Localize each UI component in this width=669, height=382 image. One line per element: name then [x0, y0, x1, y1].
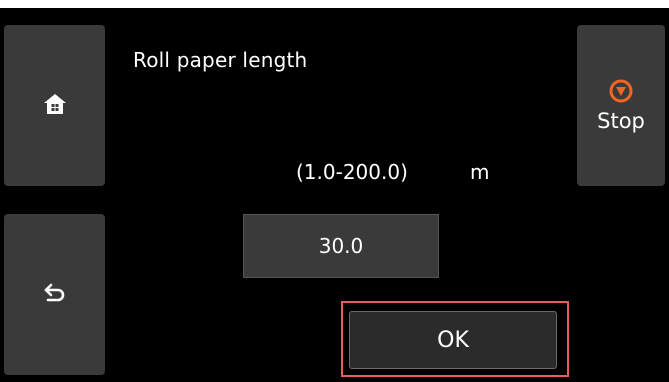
ok-button[interactable]: OK [349, 311, 557, 369]
back-button[interactable] [4, 214, 105, 375]
printer-panel-screen: Stop Roll paper length (1.0-200.0) m 30.… [0, 8, 669, 382]
length-value: 30.0 [318, 234, 364, 258]
unit-text: m [470, 160, 490, 184]
stop-label: Stop [597, 108, 645, 133]
home-icon [42, 92, 68, 120]
stop-button[interactable]: Stop [577, 25, 665, 186]
ok-label: OK [437, 327, 469, 353]
range-text: (1.0-200.0) [296, 160, 408, 184]
stop-icon [609, 79, 633, 107]
length-value-field[interactable]: 30.0 [243, 214, 439, 278]
back-arrow-icon [43, 282, 67, 308]
screen-title: Roll paper length [133, 48, 308, 72]
home-button[interactable] [4, 25, 105, 186]
